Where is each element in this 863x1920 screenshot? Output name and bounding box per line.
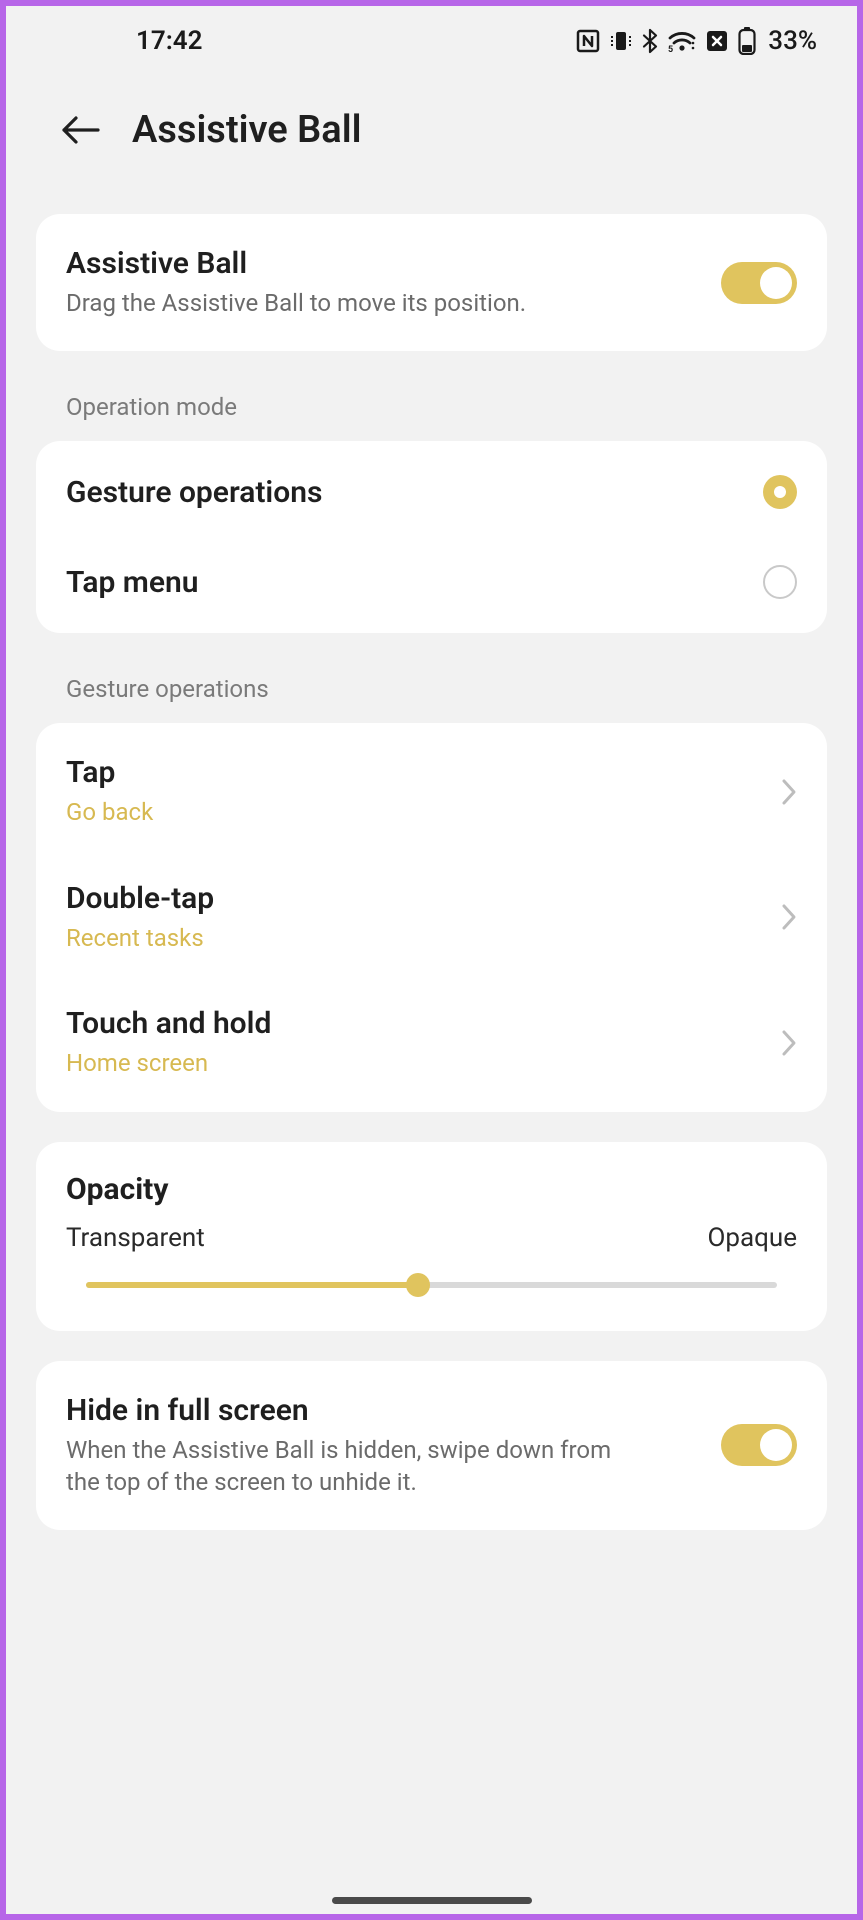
gesture-item-value: Home screen	[66, 1047, 781, 1079]
chevron-right-icon	[781, 1029, 797, 1057]
slider-fill	[86, 1282, 418, 1288]
assistive-ball-toggle[interactable]	[721, 262, 797, 304]
svg-text:5: 5	[668, 45, 673, 52]
back-button[interactable]	[56, 106, 104, 154]
opacity-labels: Transparent Opaque	[66, 1223, 797, 1253]
page-title: Assistive Ball	[132, 108, 361, 152]
chevron-right-icon	[781, 778, 797, 806]
status-bar: 17:42 5	[6, 6, 857, 76]
opacity-min-label: Transparent	[66, 1223, 205, 1253]
hide-fullscreen-row[interactable]: Hide in full screen When the Assistive B…	[36, 1367, 827, 1525]
status-time: 17:42	[136, 26, 203, 56]
gesture-item-title: Touch and hold	[66, 1006, 781, 1041]
opacity-title: Opacity	[66, 1172, 797, 1207]
operation-mode-option-label: Gesture operations	[66, 475, 763, 510]
assistive-ball-toggle-row[interactable]: Assistive Ball Drag the Assistive Ball t…	[36, 220, 827, 345]
radio-selected[interactable]	[763, 475, 797, 509]
gesture-double-tap-row[interactable]: Double-tap Recent tasks	[36, 855, 827, 980]
vibrate-icon	[610, 29, 632, 53]
chevron-right-icon	[781, 903, 797, 931]
operation-mode-label: Operation mode	[36, 367, 827, 441]
nfc-icon	[576, 29, 600, 53]
content: Assistive Ball Drag the Assistive Ball t…	[6, 194, 857, 1914]
operation-mode-gesture[interactable]: Gesture operations	[36, 447, 827, 537]
hide-fullscreen-card: Hide in full screen When the Assistive B…	[36, 1361, 827, 1531]
gesture-item-value: Go back	[66, 796, 781, 828]
battery-icon	[738, 27, 756, 55]
opacity-slider[interactable]	[66, 1273, 797, 1297]
opacity-card: Opacity Transparent Opaque	[36, 1142, 827, 1331]
operation-mode-card: Gesture operations Tap menu	[36, 441, 827, 633]
assistive-ball-card: Assistive Ball Drag the Assistive Ball t…	[36, 214, 827, 351]
assistive-ball-title: Assistive Ball	[66, 246, 721, 281]
status-icons: 5 33%	[576, 26, 817, 56]
arrow-left-icon	[60, 114, 100, 146]
gesture-item-title: Tap	[66, 755, 781, 790]
gesture-tap-row[interactable]: Tap Go back	[36, 729, 827, 854]
opacity-max-label: Opaque	[707, 1223, 797, 1253]
gesture-operations-card: Tap Go back Double-tap Recent tasks Touc…	[36, 723, 827, 1111]
no-sim-icon	[706, 30, 728, 52]
assistive-ball-subtitle: Drag the Assistive Ball to move its posi…	[66, 287, 721, 319]
hide-fullscreen-subtitle: When the Assistive Ball is hidden, swipe…	[66, 1434, 626, 1499]
gesture-touch-hold-row[interactable]: Touch and hold Home screen	[36, 980, 827, 1105]
operation-mode-tap-menu[interactable]: Tap menu	[36, 537, 827, 627]
nav-pill[interactable]	[332, 1897, 532, 1904]
gesture-operations-label: Gesture operations	[36, 649, 827, 723]
bluetooth-icon	[642, 28, 658, 54]
hide-fullscreen-toggle[interactable]	[721, 1424, 797, 1466]
wifi-icon: 5	[668, 30, 696, 52]
radio-unselected[interactable]	[763, 565, 797, 599]
page-header: Assistive Ball	[6, 76, 857, 194]
gesture-item-title: Double-tap	[66, 881, 781, 916]
battery-percent: 33%	[768, 26, 817, 56]
screen: 17:42 5	[6, 6, 857, 1914]
operation-mode-option-label: Tap menu	[66, 565, 763, 600]
gesture-item-value: Recent tasks	[66, 922, 781, 954]
slider-thumb[interactable]	[406, 1273, 430, 1297]
hide-fullscreen-title: Hide in full screen	[66, 1393, 721, 1428]
